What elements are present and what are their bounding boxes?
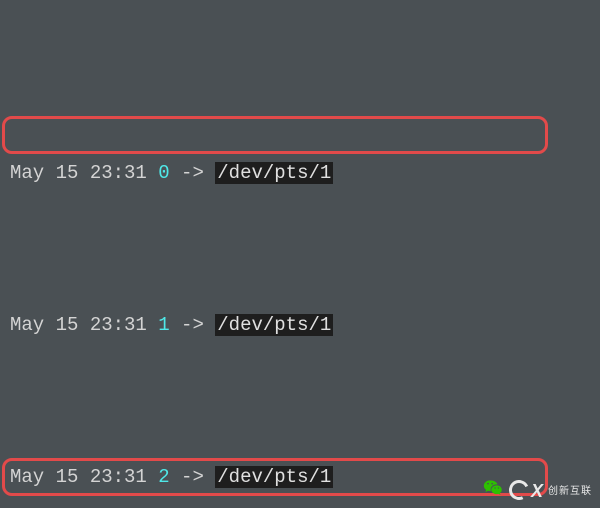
brand-logo: X (509, 477, 542, 502)
fd-target: /dev/pts/1 (215, 162, 333, 184)
fd-entry: May 15 23:31 1 -> /dev/pts/1 (10, 306, 600, 344)
wechat-icon (483, 478, 503, 501)
fd-entry: May 15 23:31 0 -> /dev/pts/1 (10, 154, 600, 192)
fd-target: /dev/pts/1 (215, 466, 333, 488)
timestamp: May 15 23:31 (10, 314, 147, 336)
fd-number: 0 (158, 162, 169, 184)
arrow: -> (181, 162, 204, 184)
watermark: X 创新互联 (483, 477, 592, 502)
arrow: -> (181, 466, 204, 488)
brand-text: 创新互联 (548, 482, 592, 497)
fd-number: 2 (158, 466, 169, 488)
arrow: -> (181, 314, 204, 336)
timestamp: May 15 23:31 (10, 162, 147, 184)
terminal-output: May 15 23:31 0 -> /dev/pts/1 May 15 23:3… (0, 0, 600, 508)
callout-box (2, 116, 548, 154)
fd-target: /dev/pts/1 (215, 314, 333, 336)
timestamp: May 15 23:31 (10, 466, 147, 488)
fd-number: 1 (158, 314, 169, 336)
